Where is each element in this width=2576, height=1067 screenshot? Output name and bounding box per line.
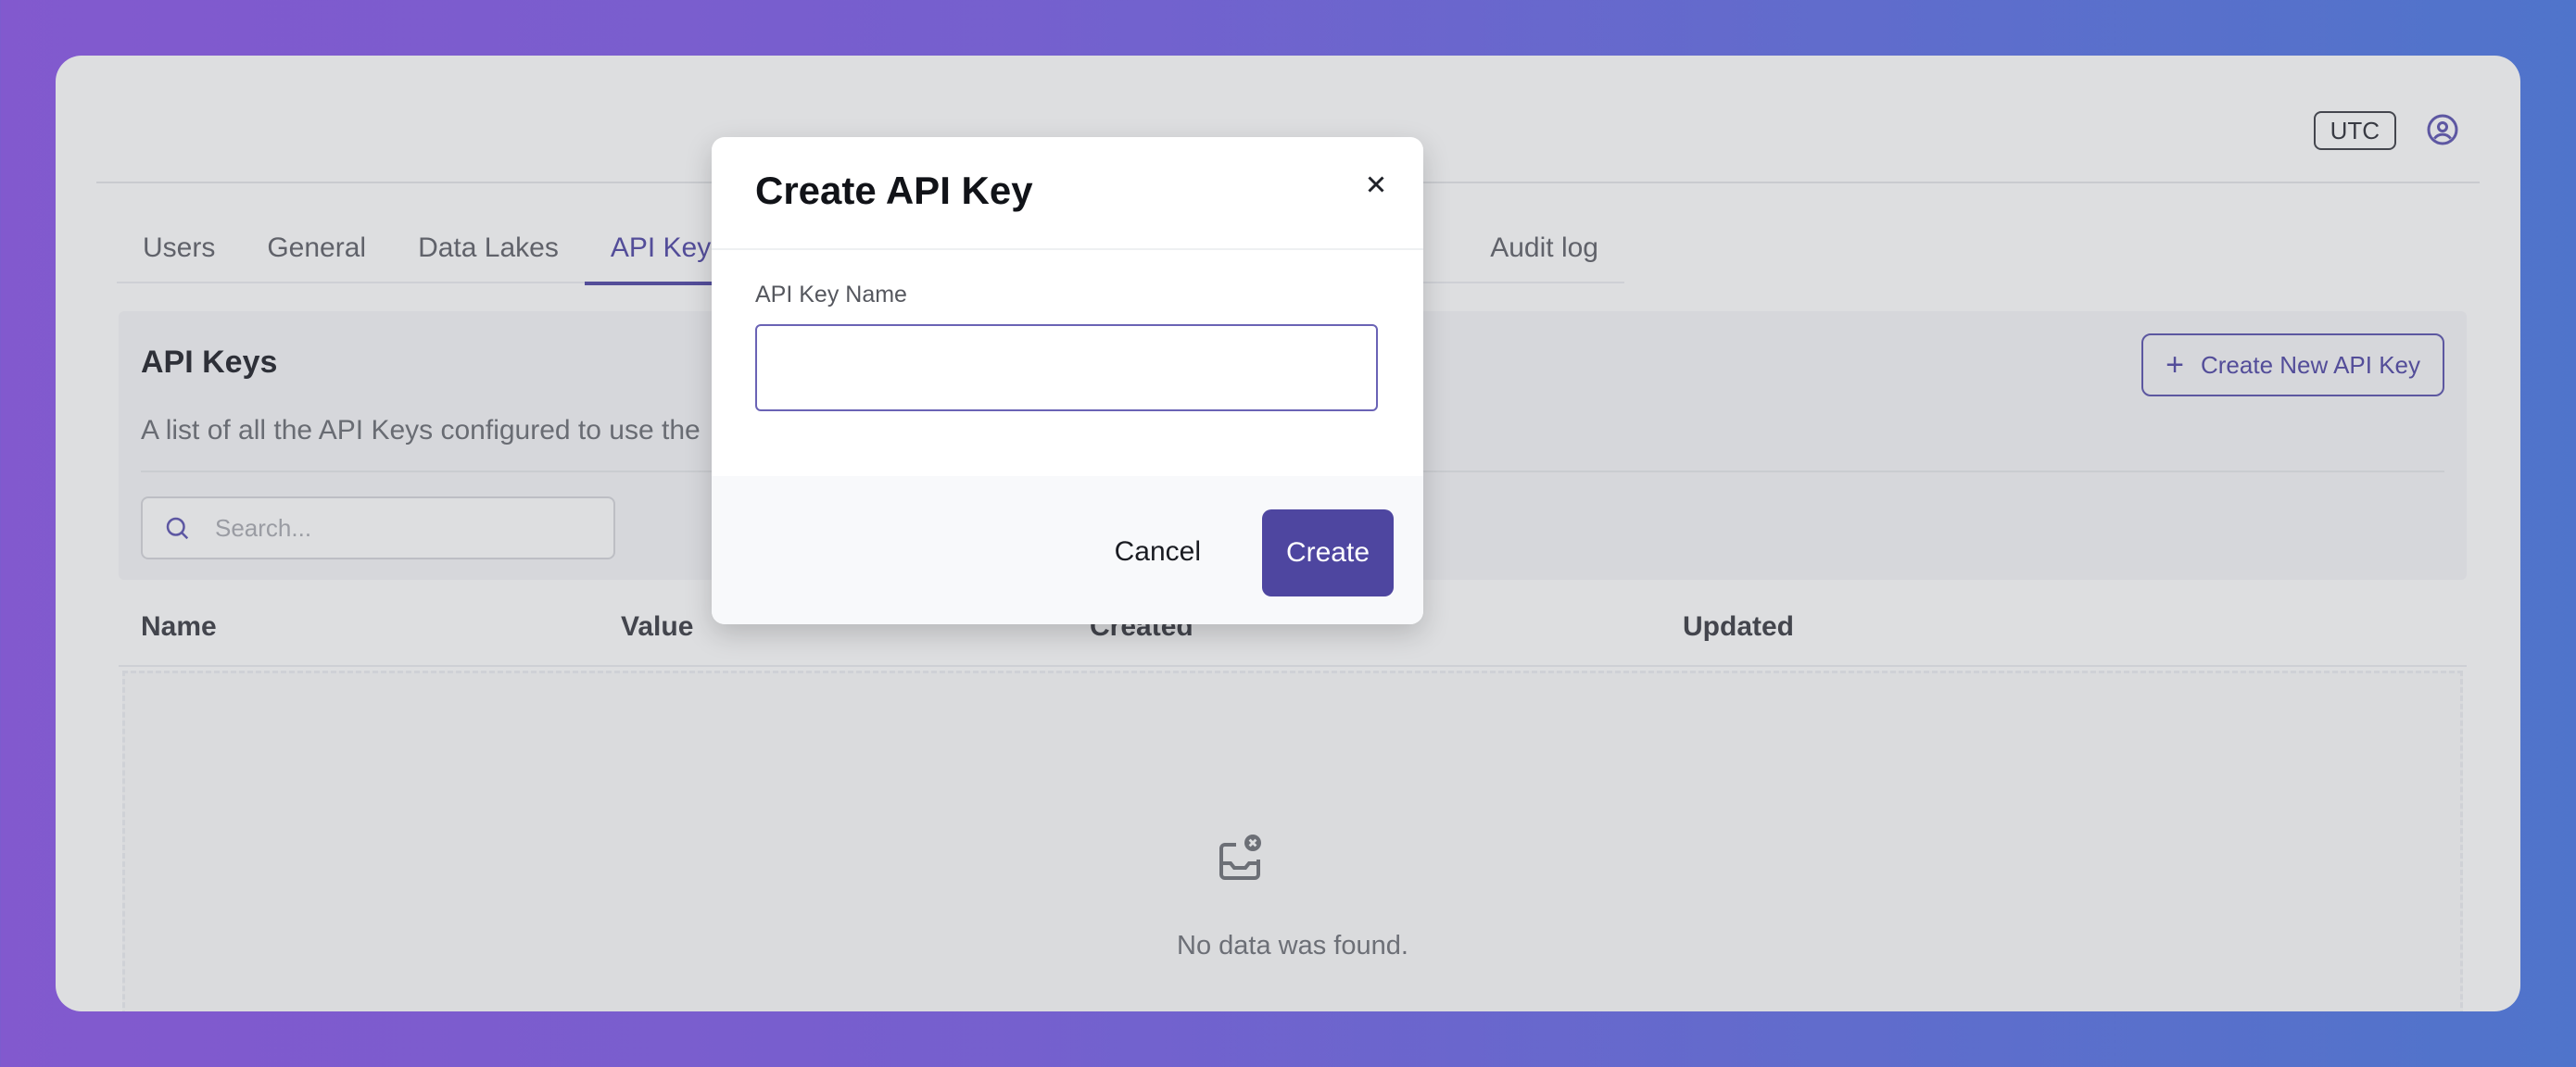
dialog-title: Create API Key xyxy=(755,169,1033,212)
api-key-name-input[interactable] xyxy=(755,324,1378,411)
cancel-button[interactable]: Cancel xyxy=(1096,509,1219,595)
dialog-divider xyxy=(712,248,1423,250)
api-key-name-label: API Key Name xyxy=(755,282,907,308)
close-icon[interactable] xyxy=(1362,170,1390,198)
dialog-footer: Cancel Create xyxy=(712,476,1423,624)
create-button[interactable]: Create xyxy=(1262,509,1394,596)
create-api-key-dialog: Create API Key API Key Name Cancel Creat… xyxy=(712,137,1423,624)
